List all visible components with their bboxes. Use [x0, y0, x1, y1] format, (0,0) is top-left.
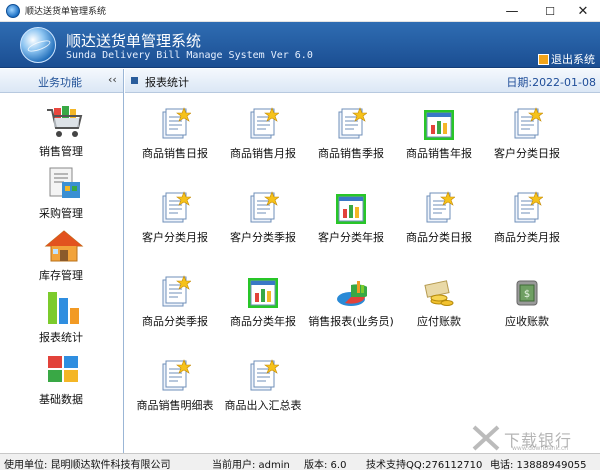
app-globe-icon [6, 4, 20, 18]
watermark: 下载银行 www.downbank.cn [472, 425, 592, 452]
purchase-document-icon [49, 167, 80, 198]
exit-button[interactable]: 退出系统 [538, 51, 595, 67]
sidebar-header-label: 业务功能 [38, 76, 82, 89]
report-item[interactable]: 商品销售日报 [130, 107, 220, 185]
sidebar: 业务功能 ‹‹ 销售管理 采购管理 库存管理 报表统计 基础数据 [0, 69, 124, 453]
report-item[interactable]: 客户分类日报 [482, 107, 572, 185]
report-item[interactable]: 商品销售明细表 [130, 359, 220, 437]
sidebar-item-reports[interactable]: 报表统计 [0, 287, 122, 349]
report-label: 客户分类年报 [318, 231, 384, 244]
report-item[interactable]: 商品销售年报 [394, 107, 484, 185]
report-item[interactable]: 客户分类月报 [130, 191, 220, 269]
report-star-icon [162, 107, 191, 139]
sidebar-header: 业务功能 ‹‹ [0, 69, 123, 93]
shopping-cart-icon [47, 106, 83, 137]
coins-icon [424, 280, 454, 306]
report-chart-icon [424, 110, 454, 140]
report-item[interactable]: 应付账款 [394, 275, 484, 353]
bar-chart-icon [48, 292, 79, 324]
report-star-icon [162, 191, 191, 223]
exit-label: 退出系统 [551, 53, 595, 66]
cubes-icon [48, 356, 78, 382]
sidebar-item-label: 基础数据 [39, 393, 83, 406]
report-star-icon [162, 359, 191, 391]
house-icon [44, 230, 84, 262]
sidebar-item-purchase[interactable]: 采购管理 [0, 163, 122, 225]
report-chart-icon [248, 278, 278, 308]
report-label: 商品销售年报 [406, 147, 472, 160]
sidebar-item-label: 采购管理 [39, 207, 83, 220]
status-version: 版本: 6.0 [304, 460, 347, 470]
report-item[interactable]: $ 应收账款 [482, 275, 572, 353]
report-item[interactable]: 客户分类年报 [306, 191, 396, 269]
report-label: 商品销售季报 [318, 147, 384, 160]
report-item[interactable]: 客户分类季报 [218, 191, 308, 269]
sidebar-item-label: 库存管理 [39, 269, 83, 282]
window-titlebar[interactable]: 顺达送货单管理系统 — ☐ ✕ [0, 0, 600, 22]
pie-chart-icon [337, 281, 367, 306]
report-star-icon [514, 107, 543, 139]
page-title: 报表统计 [145, 76, 189, 89]
report-star-icon [426, 191, 455, 223]
status-user: 当前用户: admin [212, 460, 290, 470]
current-date: 日期:2022-01-08 [506, 76, 596, 89]
report-label: 客户分类季报 [230, 231, 296, 244]
section-marker-icon [131, 77, 138, 84]
report-label: 商品销售月报 [230, 147, 296, 160]
report-item[interactable]: 商品销售月报 [218, 107, 308, 185]
status-phone: 电话: 13888949055 [490, 460, 587, 470]
report-label: 商品出入汇总表 [224, 399, 302, 412]
report-label: 商品销售日报 [142, 147, 208, 160]
maximize-button[interactable]: ☐ [532, 0, 568, 22]
report-item[interactable]: 销售报表(业务员) [306, 275, 396, 353]
report-star-icon [250, 107, 279, 139]
close-button[interactable]: ✕ [566, 0, 600, 22]
watermark-logo-icon [472, 425, 500, 451]
main-header: 报表统计 日期:2022-01-08 [125, 69, 600, 93]
window-title: 顺达送货单管理系统 [25, 7, 107, 17]
sidebar-item-label: 报表统计 [39, 331, 83, 344]
report-star-icon [338, 107, 367, 139]
status-unit: 使用单位: 昆明顺达软件科技有限公司 [4, 460, 171, 470]
report-label: 应付账款 [417, 315, 461, 328]
minimize-button[interactable]: — [494, 0, 530, 22]
banner-title: 顺达送货单管理系统 [66, 32, 202, 50]
status-bar: 使用单位: 昆明顺达软件科技有限公司 当前用户: admin 版本: 6.0 技… [0, 453, 600, 470]
report-label: 商品分类年报 [230, 315, 296, 328]
globe-logo-icon [20, 27, 56, 63]
collapse-icon[interactable]: ‹‹ [108, 73, 117, 86]
report-label: 客户分类日报 [494, 147, 560, 160]
report-item[interactable]: 商品分类年报 [218, 275, 308, 353]
report-item[interactable]: 商品分类季报 [130, 275, 220, 353]
exit-icon [538, 53, 549, 65]
report-item[interactable]: 商品销售季报 [306, 107, 396, 185]
report-star-icon [514, 191, 543, 223]
report-label: 商品分类季报 [142, 315, 208, 328]
report-label: 商品销售明细表 [136, 399, 214, 412]
status-support: 技术支持QQ:276112710 [366, 460, 483, 470]
watermark-url: www.downbank.cn [512, 445, 569, 452]
report-star-icon [162, 275, 191, 307]
report-item[interactable]: 商品分类日报 [394, 191, 484, 269]
sidebar-item-inventory[interactable]: 库存管理 [0, 225, 122, 287]
banner-subtitle: Sunda Delivery Bill Manage System Ver 6.… [66, 50, 313, 61]
report-item[interactable]: 商品出入汇总表 [218, 359, 308, 437]
sidebar-item-label: 销售管理 [39, 145, 83, 158]
app-banner: 顺达送货单管理系统 Sunda Delivery Bill Manage Sys… [0, 22, 600, 68]
main-panel: 报表统计 日期:2022-01-08 商品销售日报 商品销售月报 商品销售季报 商品销… [125, 69, 600, 453]
report-chart-icon [336, 194, 366, 224]
report-label: 商品分类月报 [494, 231, 560, 244]
report-star-icon [250, 359, 279, 391]
report-item[interactable]: 商品分类月报 [482, 191, 572, 269]
report-label: 销售报表(业务员) [308, 315, 394, 328]
money-icon: $ [516, 280, 538, 306]
report-label: 客户分类月报 [142, 231, 208, 244]
sidebar-item-sales[interactable]: 销售管理 [0, 101, 122, 163]
report-star-icon [250, 191, 279, 223]
report-label: 应收账款 [505, 315, 549, 328]
report-label: 商品分类日报 [406, 231, 472, 244]
svg-text:$: $ [524, 289, 530, 300]
sidebar-item-basic-data[interactable]: 基础数据 [0, 349, 122, 411]
